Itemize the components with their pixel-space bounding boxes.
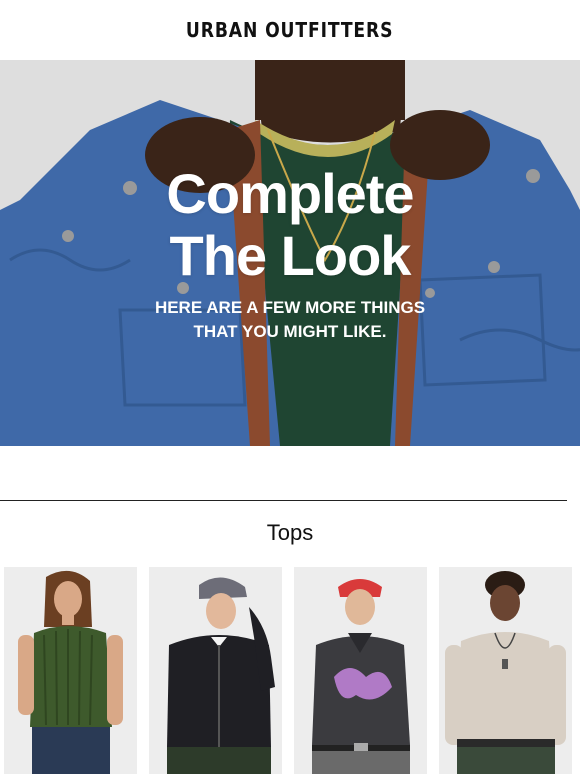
product-card-green-vest[interactable] [4,567,137,774]
product-card-graphic-polo[interactable] [294,567,427,774]
email-header: URBAN OUTFITTERS [0,0,580,60]
hero-subtitle-line1: HERE ARE A FEW MORE THINGS [154,298,426,317]
hero-title-line1: Complete [166,162,414,225]
brand-logo[interactable]: URBAN OUTFITTERS [186,18,393,42]
product-image [149,567,282,774]
product-grid [4,567,576,774]
section-title: Tops [266,520,314,545]
product-image [4,567,137,774]
product-card-black-jacket[interactable] [149,567,282,774]
hero-title-line2: The Look [169,224,412,287]
hero-subtitle-line2: THAT YOU MIGHT LIKE. [193,322,387,341]
product-image [294,567,427,774]
product-card-cream-long-sleeve[interactable] [439,567,572,774]
section-divider [0,500,567,501]
hero-banner[interactable]: Complete The Look HERE ARE A FEW MORE TH… [0,60,580,446]
product-image [439,567,572,774]
